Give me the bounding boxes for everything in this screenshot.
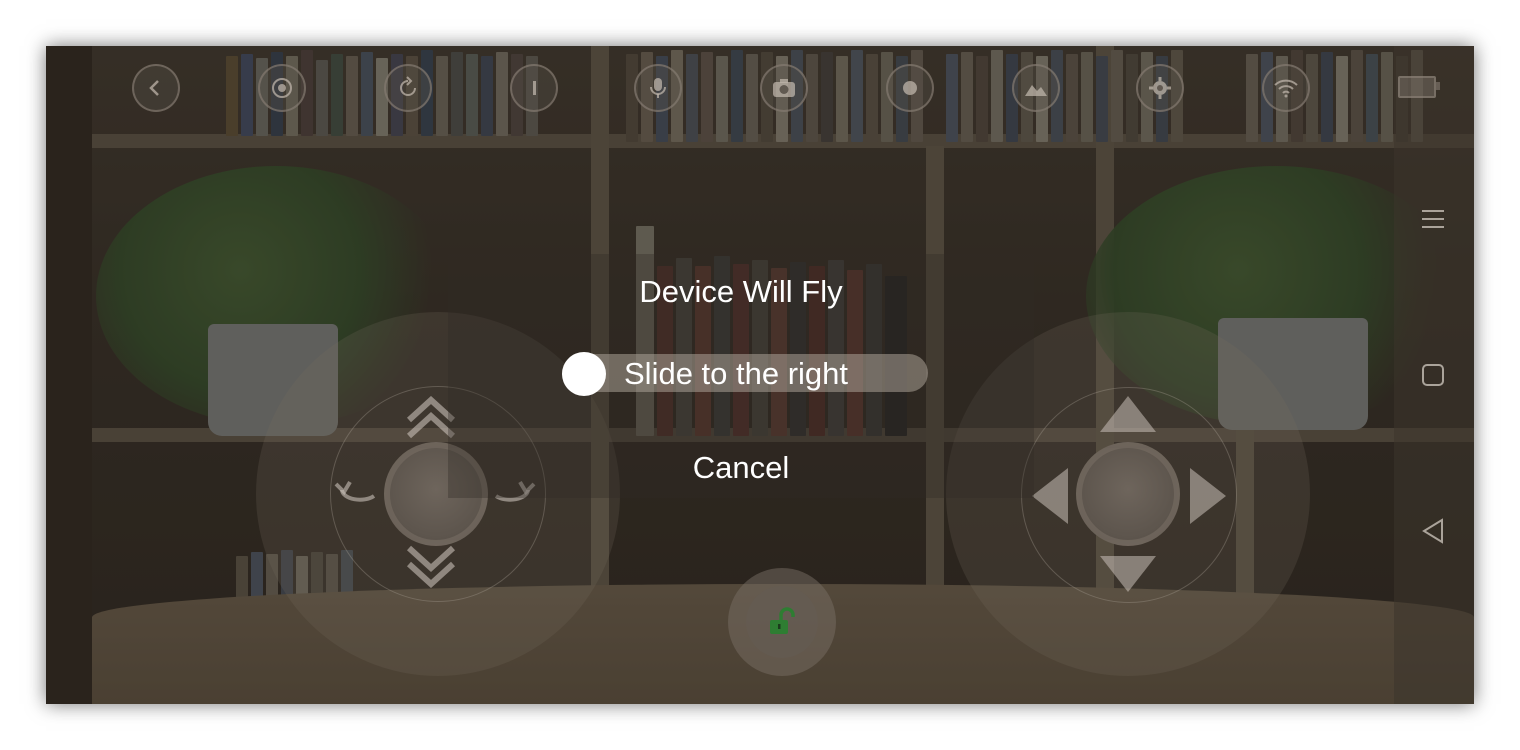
slider-thumb[interactable] xyxy=(562,352,606,396)
target-icon[interactable] xyxy=(258,64,306,112)
gallery-icon[interactable] xyxy=(1012,64,1060,112)
unlock-button[interactable] xyxy=(728,568,836,676)
unlock-icon xyxy=(770,607,795,634)
home-square-icon[interactable] xyxy=(1420,362,1446,388)
camera-icon[interactable] xyxy=(760,64,808,112)
slider-label: Slide to the right xyxy=(624,356,849,391)
cancel-button[interactable]: Cancel xyxy=(448,450,1034,486)
slide-to-confirm-slider[interactable]: Slide to the right xyxy=(562,352,928,396)
right-joystick-knob[interactable] xyxy=(1076,442,1180,546)
throttle-down-icon xyxy=(406,544,456,588)
backward-arrow-icon xyxy=(1098,554,1158,594)
settings-icon[interactable] xyxy=(1136,64,1184,112)
right-arrow-icon xyxy=(1188,466,1228,526)
unlock-button-inner xyxy=(746,586,818,658)
info-icon[interactable] xyxy=(510,64,558,112)
wifi-icon[interactable] xyxy=(1262,64,1310,112)
microphone-icon[interactable] xyxy=(634,64,682,112)
left-arrow-icon xyxy=(1030,466,1070,526)
back-triangle-icon[interactable] xyxy=(1420,518,1446,544)
rotate-icon[interactable] xyxy=(384,64,432,112)
fly-confirm-dialog: Device Will Fly Slide to the right Cance… xyxy=(448,254,1034,498)
left-edge xyxy=(46,46,92,704)
back-icon[interactable] xyxy=(132,64,180,112)
rotate-left-icon xyxy=(334,474,380,504)
menu-icon[interactable] xyxy=(1420,206,1446,232)
dialog-title: Device Will Fly xyxy=(639,274,843,309)
forward-arrow-icon xyxy=(1098,394,1158,434)
record-icon[interactable] xyxy=(886,64,934,112)
battery-icon xyxy=(1398,76,1440,98)
app-screen: Device Will Fly Slide to the right Cance… xyxy=(46,46,1474,704)
